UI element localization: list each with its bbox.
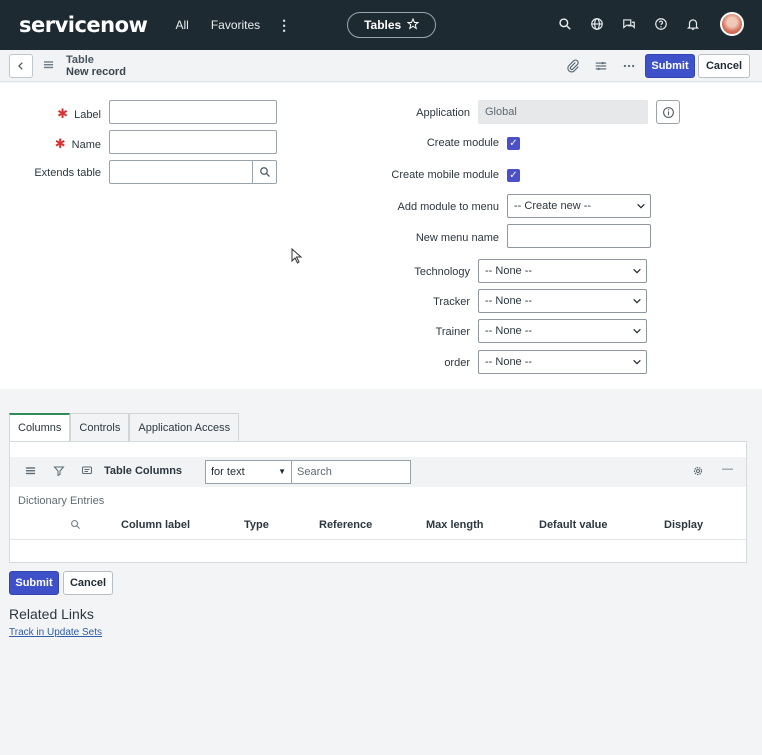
label-input[interactable] bbox=[109, 100, 277, 124]
table-columns-related-list: Table Columns for text ▼ Search — Dictio… bbox=[9, 441, 747, 563]
chevron-down-icon bbox=[633, 268, 641, 274]
more-options-icon[interactable] bbox=[617, 54, 641, 78]
filter-icon[interactable] bbox=[53, 465, 65, 480]
back-button[interactable] bbox=[9, 54, 33, 78]
name-input[interactable] bbox=[109, 130, 277, 154]
minimize-icon[interactable]: — bbox=[722, 463, 733, 475]
add-module-to-menu-select[interactable]: -- Create new -- bbox=[507, 194, 651, 218]
order-label: order bbox=[444, 357, 470, 369]
mouse-cursor-icon bbox=[291, 247, 303, 267]
search-icon bbox=[259, 167, 270, 177]
hamburger-menu-icon[interactable] bbox=[25, 465, 36, 479]
nav-more-menu[interactable]: ⋮ bbox=[277, 17, 291, 34]
track-in-update-sets-link[interactable]: Track in Update Sets bbox=[9, 627, 102, 638]
new-menu-name-label: New menu name bbox=[415, 232, 499, 244]
related-list-tabs: Columns Controls Application Access bbox=[9, 413, 240, 441]
label-field-label: ✱ Label bbox=[57, 106, 101, 121]
header-submit-button[interactable]: Submit bbox=[645, 54, 695, 78]
required-icon: ✱ bbox=[57, 106, 69, 121]
chevron-left-icon bbox=[18, 62, 23, 70]
column-header-display[interactable]: Display bbox=[664, 519, 703, 531]
context-menu-icon[interactable] bbox=[43, 59, 54, 73]
create-mobile-module-checkbox[interactable]: ✓ bbox=[507, 169, 520, 182]
application-info-button[interactable] bbox=[656, 100, 680, 124]
chat-icon[interactable] bbox=[620, 15, 638, 33]
grid-divider bbox=[10, 539, 746, 540]
form-title: Table New record bbox=[66, 54, 126, 78]
table-form: ✱ Label ✱ Name Extends table Application G… bbox=[0, 83, 762, 389]
search-field-select[interactable]: for text ▼ bbox=[205, 460, 292, 484]
globe-icon[interactable] bbox=[588, 15, 606, 33]
attachment-icon[interactable] bbox=[561, 54, 585, 78]
tab-columns[interactable]: Columns bbox=[9, 413, 71, 441]
breadcrumb[interactable]: Dictionary Entries bbox=[18, 495, 104, 507]
create-module-label: Create module bbox=[426, 137, 499, 149]
add-module-to-menu-label: Add module to menu bbox=[397, 201, 499, 213]
footer-submit-button[interactable]: Submit bbox=[9, 571, 59, 595]
tracker-select[interactable]: -- None -- bbox=[478, 289, 647, 313]
column-header-label[interactable]: Column label bbox=[121, 519, 190, 531]
column-header-reference[interactable]: Reference bbox=[319, 519, 372, 531]
chevron-down-icon bbox=[633, 359, 641, 365]
bell-icon[interactable] bbox=[684, 15, 702, 33]
application-label: Application bbox=[416, 107, 470, 119]
settings-sliders-icon[interactable] bbox=[589, 54, 613, 78]
column-search-icon[interactable] bbox=[70, 519, 81, 533]
related-list-title: Table Columns bbox=[104, 465, 183, 477]
footer-cancel-button[interactable]: Cancel bbox=[63, 571, 113, 595]
tab-application-access[interactable]: Application Access bbox=[129, 413, 240, 441]
trainer-select[interactable]: -- None -- bbox=[478, 319, 647, 343]
column-header-default-value[interactable]: Default value bbox=[539, 519, 607, 531]
comment-icon[interactable] bbox=[81, 465, 93, 480]
chevron-down-icon bbox=[633, 298, 641, 304]
nav-all-menu[interactable]: All bbox=[175, 18, 188, 32]
tab-controls[interactable]: Controls bbox=[70, 413, 130, 441]
order-select[interactable]: -- None -- bbox=[478, 350, 647, 374]
technology-label: Technology bbox=[414, 266, 470, 278]
trainer-label: Trainer bbox=[435, 326, 470, 338]
nav-favorites-menu[interactable]: Favorites bbox=[211, 18, 260, 32]
header-cancel-button[interactable]: Cancel bbox=[698, 54, 750, 78]
new-menu-name-input[interactable] bbox=[507, 224, 651, 248]
related-list-toolbar: Table Columns for text ▼ Search — bbox=[10, 457, 746, 487]
info-icon bbox=[662, 106, 674, 118]
technology-select[interactable]: -- None -- bbox=[478, 259, 647, 283]
extends-table-lookup-button[interactable] bbox=[252, 160, 277, 184]
form-header: Table New record Submit Cancel bbox=[0, 50, 762, 82]
context-tables-pill[interactable]: Tables bbox=[347, 12, 437, 38]
search-icon[interactable] bbox=[556, 15, 574, 33]
application-readonly-field: Global bbox=[478, 100, 648, 124]
chevron-down-icon bbox=[637, 203, 645, 209]
column-header-max-length[interactable]: Max length bbox=[426, 519, 483, 531]
form-title-record: New record bbox=[66, 66, 126, 78]
extends-table-label: Extends table bbox=[34, 167, 101, 179]
create-module-checkbox[interactable]: ✓ bbox=[507, 137, 520, 150]
help-icon[interactable] bbox=[652, 15, 670, 33]
caret-down-icon: ▼ bbox=[278, 467, 286, 476]
avatar[interactable] bbox=[720, 12, 744, 36]
tables-pill-label: Tables bbox=[364, 18, 402, 32]
required-icon: ✱ bbox=[54, 136, 66, 151]
gear-icon[interactable] bbox=[692, 465, 704, 480]
servicenow-logo[interactable]: servicenow bbox=[19, 13, 148, 37]
related-links-heading: Related Links bbox=[9, 606, 94, 622]
tracker-label: Tracker bbox=[433, 296, 470, 308]
top-navigation-bar: servicenow All Favorites ⋮ Tables bbox=[0, 0, 762, 50]
name-field-label: ✱ Name bbox=[54, 136, 101, 151]
form-title-table: Table bbox=[66, 54, 94, 66]
create-mobile-module-label: Create mobile module bbox=[391, 169, 499, 181]
chevron-down-icon bbox=[633, 328, 641, 334]
column-header-type[interactable]: Type bbox=[244, 519, 269, 531]
related-list-search-input[interactable]: Search bbox=[291, 460, 411, 484]
star-icon[interactable] bbox=[406, 17, 420, 33]
extends-table-input[interactable] bbox=[109, 160, 253, 184]
